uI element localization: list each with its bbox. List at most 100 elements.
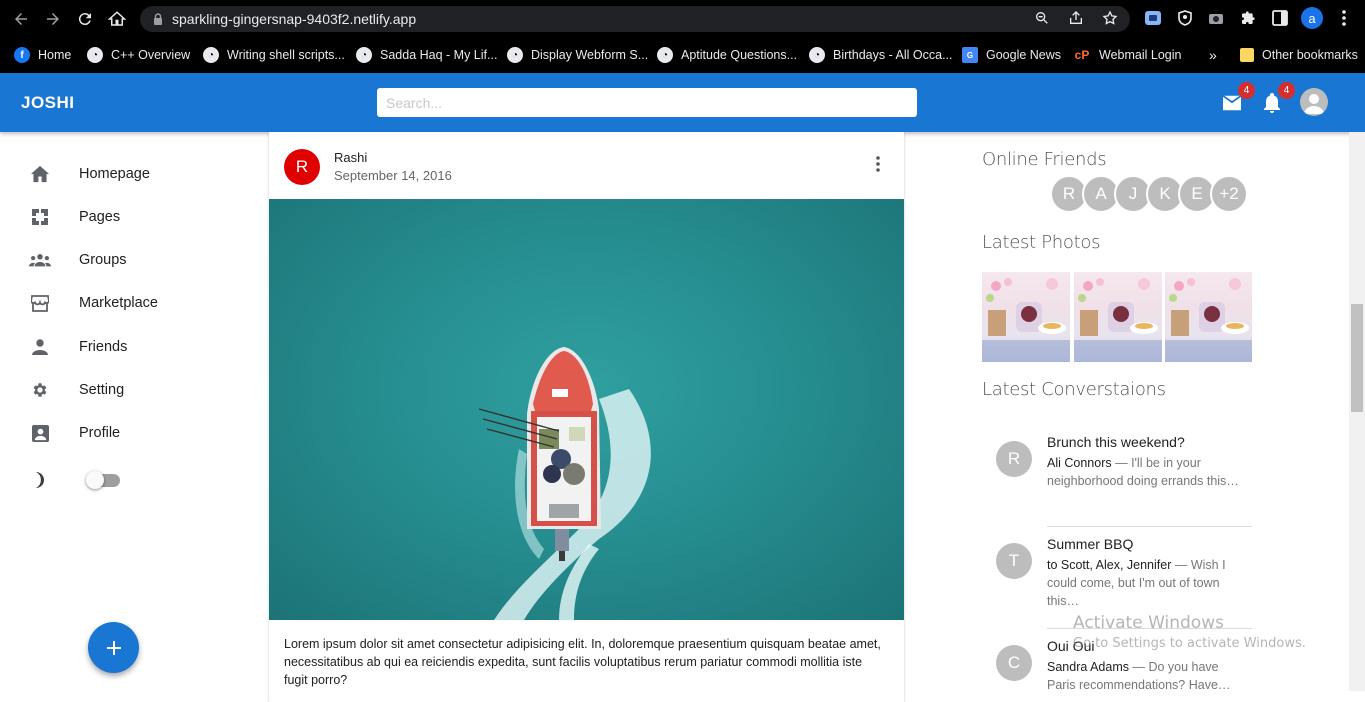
- post-text: Lorem ipsum dolor sit amet consectetur a…: [284, 637, 881, 687]
- profile-avatar[interactable]: a: [1301, 7, 1323, 29]
- page-scrollbar[interactable]: [1349, 132, 1365, 691]
- conversation-title: Brunch this weekend?: [1047, 434, 1185, 450]
- photo-thumbnail[interactable]: [1074, 272, 1162, 362]
- online-friends-title: Online Friends: [982, 149, 1107, 170]
- groups-icon: [29, 249, 51, 271]
- bookmark-item[interactable]: ◔ Aptitude Questions...: [657, 37, 797, 73]
- extension-shield-icon[interactable]: [1174, 7, 1196, 29]
- sidebar-item-profile[interactable]: Profile: [0, 413, 250, 453]
- sidebar-item-label: Pages: [79, 209, 121, 225]
- conversation-snippet: Sandra Adams — Do you have Paris recomme…: [1047, 658, 1247, 694]
- search-input[interactable]: [377, 88, 917, 117]
- cpanel-icon: cP: [1074, 48, 1090, 62]
- app-logo[interactable]: JOSHI: [21, 93, 75, 113]
- dark-mode-icon: [30, 471, 48, 494]
- storefront-icon: [29, 292, 51, 314]
- conversation-sender: Sandra Adams: [1047, 660, 1129, 674]
- google-news-icon: G: [962, 47, 978, 63]
- bookmarks-overflow[interactable]: »: [1209, 37, 1217, 73]
- dark-mode-toggle[interactable]: [86, 471, 122, 489]
- settings-icon: [29, 379, 51, 401]
- globe-icon: ◔: [809, 47, 825, 63]
- online-friends-list: R A J K E +2: [1050, 175, 1248, 213]
- sidebar-item-setting[interactable]: Setting: [0, 370, 250, 410]
- mail-button[interactable]: 4: [1219, 82, 1255, 116]
- side-panel-icon[interactable]: [1269, 7, 1291, 29]
- conversation-sender: to Scott, Alex, Jennifer: [1047, 558, 1172, 572]
- conversation-avatar: T: [996, 543, 1032, 579]
- conversation-sender: Ali Connors: [1047, 456, 1112, 470]
- account-box-icon: [29, 422, 51, 444]
- conversation-snippet: Ali Connors — I'll be in your neighborho…: [1047, 454, 1247, 490]
- sidebar-item-marketplace[interactable]: Marketplace: [0, 283, 250, 323]
- scrollbar-thumb[interactable]: [1351, 304, 1363, 412]
- globe-icon: ◔: [356, 47, 372, 63]
- user-avatar[interactable]: [1300, 88, 1328, 116]
- conversation-avatar: R: [996, 441, 1032, 477]
- bookmark-item[interactable]: ◔ C++ Overview: [87, 37, 190, 73]
- post-author[interactable]: Rashi: [334, 150, 367, 165]
- bookmarks-bar: f Home ◔ C++ Overview ◔ Writing shell scrip…: [0, 37, 1365, 73]
- bookmark-item[interactable]: ◔ Writing shell scripts...: [203, 37, 345, 73]
- sidebar-item-label: Homepage: [79, 166, 150, 182]
- reload-icon[interactable]: [74, 8, 96, 30]
- mail-badge: 4: [1238, 82, 1255, 99]
- more-friends-count[interactable]: +2: [1210, 175, 1248, 213]
- share-icon[interactable]: [1068, 10, 1084, 26]
- conversation-title: Summer BBQ: [1047, 536, 1134, 552]
- globe-icon: ◔: [507, 47, 523, 63]
- watermark-line2: Go to Settings to activate Windows.: [1073, 636, 1306, 651]
- add-button[interactable]: [88, 622, 139, 673]
- star-icon[interactable]: [1102, 10, 1118, 26]
- post-card: R Rashi September 14, 2016 Lorem ipsum d…: [269, 132, 904, 702]
- zoom-icon[interactable]: [1034, 10, 1050, 26]
- menu-dots-icon[interactable]: [1333, 7, 1355, 29]
- extensions-puzzle-icon[interactable]: [1237, 7, 1259, 29]
- sidebar-item-groups[interactable]: Groups: [0, 240, 250, 280]
- latest-photos-title: Latest Photos: [982, 232, 1101, 253]
- divider: [1047, 526, 1252, 527]
- extension-screen-icon[interactable]: [1142, 7, 1164, 29]
- person-icon: [29, 336, 51, 358]
- back-icon[interactable]: [10, 8, 32, 30]
- home-browser-icon[interactable]: [106, 8, 128, 30]
- conversation-avatar: C: [996, 645, 1032, 681]
- facebook-icon: f: [14, 47, 30, 63]
- extension-camera-icon[interactable]: [1205, 7, 1227, 29]
- home-icon: [29, 163, 51, 185]
- bookmark-item[interactable]: ◔ Sadda Haq - My Lif...: [356, 37, 497, 73]
- latest-conversations-title: Latest Converstaions: [982, 379, 1166, 400]
- sidebar-item-label: Friends: [79, 339, 128, 355]
- sidebar-item-friends[interactable]: Friends: [0, 327, 250, 367]
- post-author-avatar[interactable]: R: [284, 149, 320, 185]
- sidebar-item-label: Marketplace: [79, 295, 158, 311]
- folder-icon: [1240, 48, 1254, 62]
- other-bookmarks[interactable]: Other bookmarks: [1240, 37, 1358, 73]
- url-text: sparkling-gingersnap-9403f2.netlify.app: [172, 11, 417, 27]
- lock-icon: [154, 13, 162, 25]
- sidebar: Homepage Pages Groups Marketplace Friend…: [0, 132, 250, 691]
- pages-icon: [29, 206, 51, 228]
- sidebar-item-label: Setting: [79, 382, 125, 398]
- notification-badge: 4: [1278, 82, 1295, 99]
- notifications-button[interactable]: 4: [1259, 82, 1295, 116]
- conversation-snippet: to Scott, Alex, Jennifer — Wish I could …: [1047, 556, 1247, 610]
- bookmark-item[interactable]: G Google News: [962, 37, 1061, 73]
- bookmark-item[interactable]: cP Webmail Login: [1073, 37, 1182, 73]
- account-icon: [1304, 94, 1324, 114]
- more-options-icon[interactable]: [869, 152, 887, 176]
- sidebar-item-homepage[interactable]: Homepage: [0, 154, 250, 194]
- bookmark-item[interactable]: f Home: [14, 37, 71, 73]
- bookmark-item[interactable]: ◔ Birthdays - All Occa...: [809, 37, 952, 73]
- globe-icon: ◔: [203, 47, 219, 63]
- address-bar[interactable]: sparkling-gingersnap-9403f2.netlify.app: [140, 6, 1130, 32]
- photo-thumbnail[interactable]: [982, 272, 1070, 362]
- bookmark-item[interactable]: ◔ Display Webform S...: [507, 37, 648, 73]
- photo-thumbnail[interactable]: [1165, 272, 1252, 362]
- app-header: JOSHI 4 4: [0, 73, 1365, 132]
- windows-activation-watermark: Activate Windows Go to Settings to activ…: [1073, 613, 1306, 651]
- browser-toolbar: sparkling-gingersnap-9403f2.netlify.app …: [0, 0, 1365, 37]
- sidebar-item-label: Profile: [79, 425, 121, 441]
- sidebar-item-pages[interactable]: Pages: [0, 197, 250, 237]
- forward-icon[interactable]: [42, 8, 64, 30]
